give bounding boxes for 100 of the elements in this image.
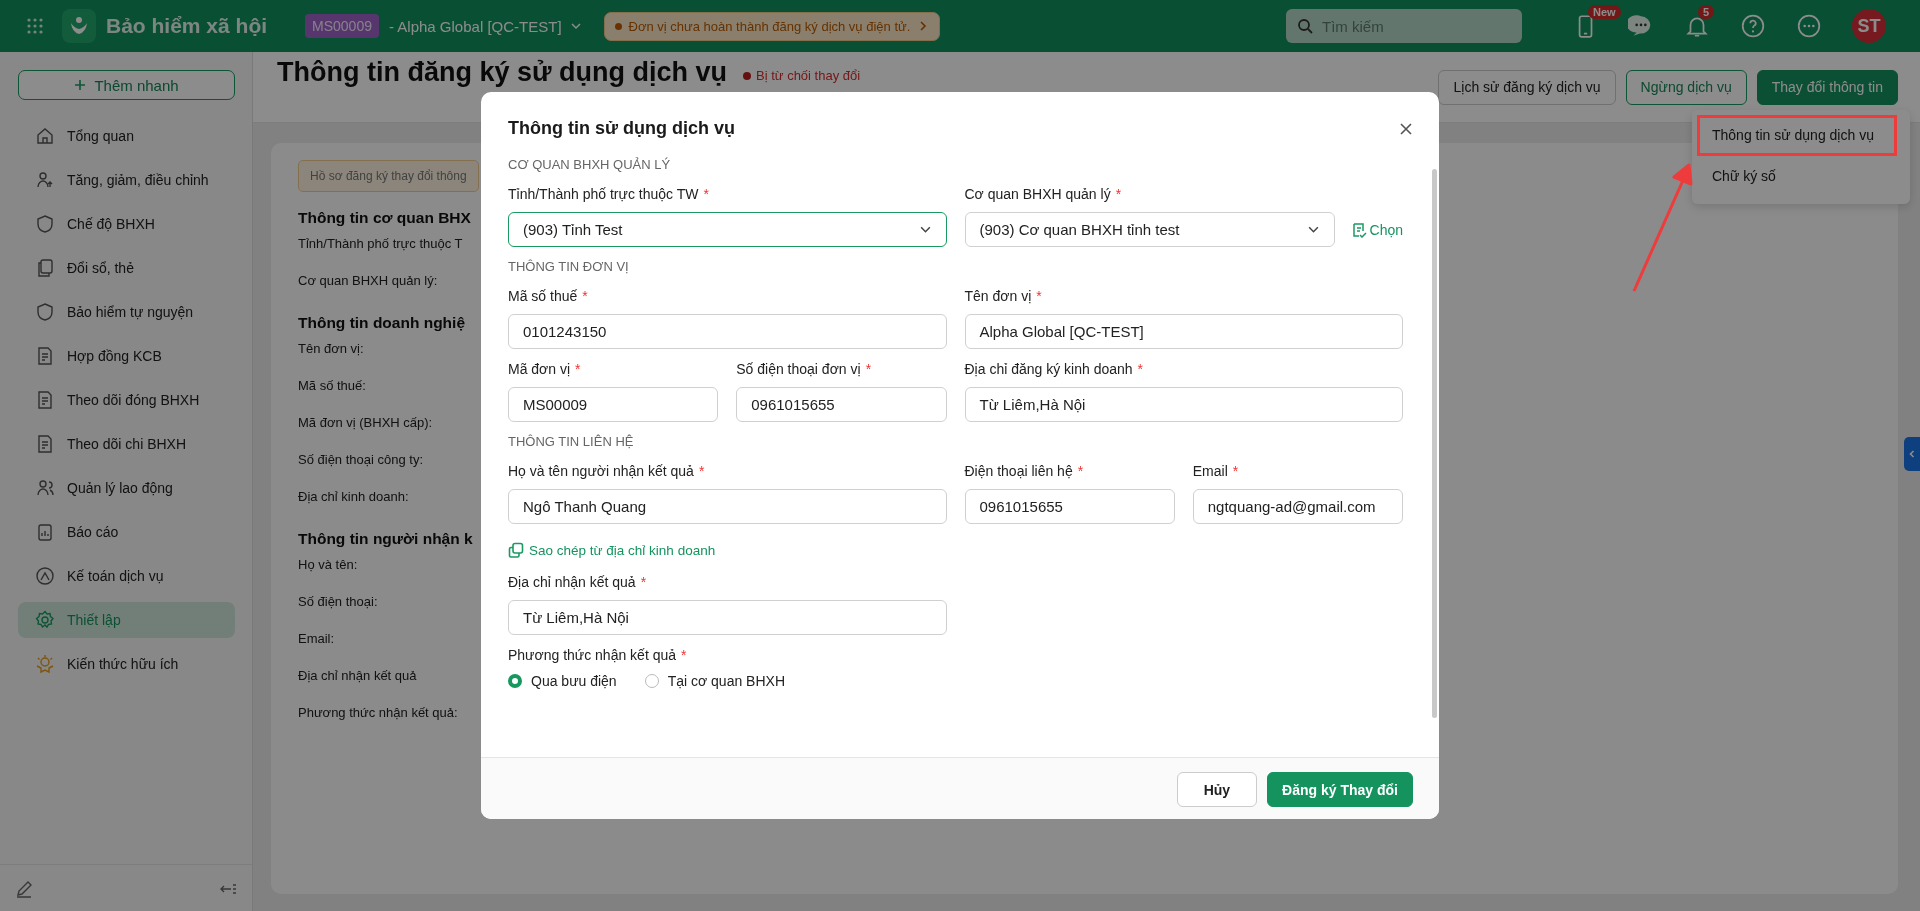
sidebar-item[interactable]: Quản lý lao động [18, 470, 235, 506]
menu-icon [35, 610, 55, 630]
menu-icon [35, 258, 55, 278]
input-field[interactable]: ngtquang-ad@gmail.com [1192, 489, 1403, 524]
chevron-down-icon [569, 20, 582, 32]
field-label: Mã số thuế: [298, 378, 366, 395]
field-label: Mã đơn vị [508, 361, 571, 377]
required-mark: * [1232, 463, 1239, 479]
sidebar-item[interactable]: Chế độ BHXH [18, 206, 235, 242]
sidebar-item[interactable]: Kiến thức hữu ích [18, 646, 235, 682]
menu-icon [35, 214, 55, 234]
input-field[interactable]: 0101243150 [508, 314, 947, 349]
notification-count: 5 [1698, 5, 1715, 19]
menu-icon [35, 478, 55, 498]
menu-item[interactable]: Chữ ký số [1692, 157, 1910, 198]
sidebar-item[interactable]: Tăng, giảm, điều chỉnh [18, 162, 235, 198]
sidebar-item[interactable]: Theo dõi đóng BHXH [18, 382, 235, 418]
field-label: Địa chỉ đăng ký kinh doanh [964, 361, 1133, 377]
dialog-button[interactable]: Hủy [1176, 772, 1258, 807]
quick-add-button[interactable]: Thêm nhanh [18, 70, 235, 100]
page-title: Thông tin đăng ký sử dụng dịch vụ [277, 57, 728, 87]
sidebar-item[interactable]: Kế toán dịch vụ [18, 558, 235, 594]
user-avatar[interactable]: ST [1852, 9, 1886, 43]
copy-icon [508, 542, 524, 558]
menu-icon [35, 170, 55, 190]
required-mark: * [575, 361, 581, 377]
field-label: Mã đơn vị (BHXH cấp): [298, 415, 433, 432]
input-field[interactable]: MS00009 [508, 387, 719, 422]
unit-code-badge: MS00009 [305, 14, 379, 38]
section-heading: Thông tin người nhận k [298, 530, 473, 548]
input-field[interactable]: 0961015655 [736, 387, 947, 422]
sidebar-item[interactable]: Báo cáo [18, 514, 235, 550]
input-field[interactable]: Ngô Thanh Quang [508, 489, 947, 524]
copy-link[interactable]: Sao chép từ địa chỉ kinh doanh [508, 542, 716, 558]
menu-icon [35, 566, 55, 586]
input-field[interactable]: Từ Liêm,Hà Nội [508, 600, 947, 635]
choose-link[interactable]: Chọn [1350, 221, 1403, 238]
section-heading: CƠ QUAN BHXH QUẢN LÝ [508, 157, 672, 172]
apps-grid-icon[interactable] [26, 17, 44, 35]
close-icon[interactable] [1399, 121, 1413, 136]
field-label: Phương thức nhận kết quả [508, 647, 677, 663]
field-label: Tên đơn vị: [298, 341, 364, 358]
field-label: Điện thoại liên hệ [964, 463, 1073, 479]
sidebar-item[interactable]: Theo dõi chi BHXH [18, 426, 235, 462]
required-mark: * [698, 463, 705, 479]
required-mark: * [681, 647, 687, 663]
radio-option[interactable]: Tại cơ quan BHXH [644, 673, 785, 689]
field-label: Số điện thoại: [298, 594, 378, 611]
sidebar-item[interactable]: Bảo hiểm tự nguyện [18, 294, 235, 330]
input-field[interactable]: Từ Liêm,Hà Nội [964, 387, 1403, 422]
field-label: Tên đơn vị [964, 288, 1032, 304]
sidebar-item[interactable]: Tổng quan [18, 118, 235, 154]
select-field[interactable]: (903) Cơ quan BHXH tỉnh test [964, 212, 1335, 247]
dialog-button[interactable]: Đăng ký Thay đổi [1267, 772, 1413, 807]
modal-title: Thông tin sử dụng dịch vụ [508, 118, 735, 139]
unit-selector[interactable]: - Alpha Global [QC-TEST] [389, 17, 582, 35]
section-heading: Thông tin doanh nghiệ [298, 314, 466, 332]
edit-icon[interactable] [14, 879, 34, 899]
checklist-icon [1350, 221, 1367, 238]
input-field[interactable]: 0961015655 [964, 489, 1175, 524]
select-field[interactable]: (903) Tỉnh Test [508, 212, 947, 247]
field-label: Email: [298, 631, 335, 648]
action-button[interactable]: Lịch sử đăng ký dịch vụ [1438, 69, 1616, 105]
field-label: Tỉnh/Thành phố trực thuộc T [298, 236, 463, 253]
input-field[interactable]: Alpha Global [QC-TEST] [964, 314, 1403, 349]
radio-option[interactable]: Qua bưu điện [508, 673, 617, 689]
field-label: Tỉnh/Thành phố trực thuộc TW [508, 186, 699, 202]
required-mark: * [640, 574, 647, 590]
chevron-left-icon [1907, 449, 1917, 459]
menu-icon [35, 346, 55, 366]
field-label: Mã số thuế [508, 288, 578, 304]
more-icon[interactable] [1796, 13, 1822, 39]
action-button[interactable]: Ngừng dịch vụ [1625, 69, 1747, 105]
notice-banner[interactable]: Đơn vị chưa hoàn thành đăng ký dịch vụ điện tử. [603, 11, 941, 41]
menu-icon [35, 654, 55, 674]
field-label: Địa chỉ nhận kết quả [298, 668, 417, 685]
required-mark: * [1115, 186, 1122, 202]
field-label: Địa chỉ kinh doanh: [298, 489, 409, 506]
field-label: Địa chỉ nhận kết quả [508, 574, 636, 590]
section-heading: THÔNG TIN LIÊN HỆ [508, 434, 635, 449]
field-label: Phương thức nhận kết quả: [298, 705, 458, 722]
sidebar-item[interactable]: Đổi sổ, thẻ [18, 250, 235, 286]
field-label: Số điện thoại đơn vị [736, 361, 861, 377]
notice-banner: Hồ sơ đăng ký thay đổi thông [298, 160, 479, 192]
section-heading: Thông tin cơ quan BHX [298, 209, 471, 227]
field-label: Họ và tên: [298, 557, 358, 574]
app-title: Bảo hiểm xã hội [106, 14, 268, 38]
required-mark: * [582, 288, 588, 304]
menu-icon [35, 302, 55, 322]
required-mark: * [703, 186, 709, 202]
sidebar-item[interactable]: Hợp đồng KCB [18, 338, 235, 374]
required-mark: * [1036, 288, 1042, 304]
field-label: Cơ quan BHXH quản lý: [298, 273, 438, 290]
plus-icon [74, 79, 87, 91]
field-label: Cơ quan BHXH quản lý [964, 186, 1111, 202]
help-icon[interactable] [1740, 13, 1766, 39]
field-label: Họ và tên người nhận kết quả [508, 463, 694, 479]
side-panel-tab[interactable] [1904, 437, 1920, 471]
menu-icon [35, 522, 55, 542]
action-button[interactable]: Thay đổi thông tin [1756, 69, 1898, 105]
